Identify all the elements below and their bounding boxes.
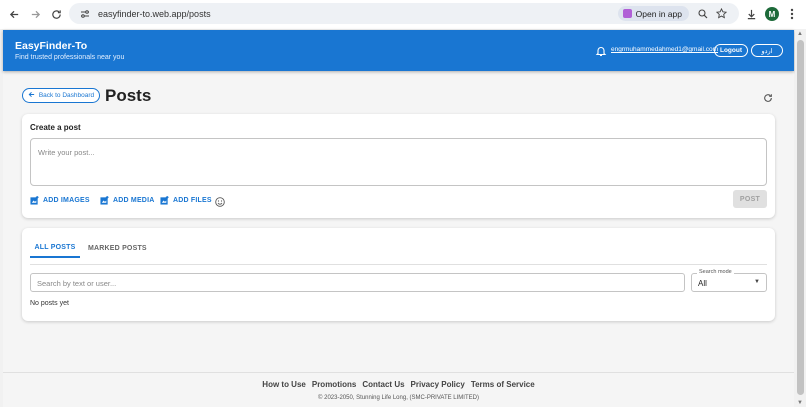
brand-title[interactable]: EasyFinder-To xyxy=(15,40,87,52)
browser-toolbar: easyfinder-to.web.app/posts Open in app … xyxy=(0,0,806,29)
search-placeholder: Search by text or user... xyxy=(37,279,117,288)
app-icon xyxy=(622,9,632,18)
profile-avatar[interactable]: M xyxy=(765,7,779,21)
empty-state-text: No posts yet xyxy=(30,300,69,307)
zoom-icon[interactable] xyxy=(696,7,709,20)
footer-link-how-to-use[interactable]: How to Use xyxy=(262,380,306,389)
back-to-dashboard-button[interactable]: Back to Dashboard xyxy=(22,88,100,103)
post-textarea[interactable]: Write your post... xyxy=(30,138,767,186)
url-text: easyfinder-to.web.app/posts xyxy=(98,8,211,19)
search-mode-label: Search mode xyxy=(697,269,734,275)
create-post-title: Create a post xyxy=(30,123,81,132)
create-post-card: Create a post Write your post... ADD IMA… xyxy=(22,114,775,218)
footer-links: How to Use Promotions Contact Us Privacy… xyxy=(3,380,794,389)
logout-button[interactable]: Logout xyxy=(714,44,748,57)
open-in-app-button[interactable]: Open in app xyxy=(617,6,689,21)
footer-link-promotions[interactable]: Promotions xyxy=(312,380,356,389)
copyright-text: © 2023-2050, Stunning Life Long, (SMC-PR… xyxy=(318,395,479,401)
search-input[interactable]: Search by text or user... xyxy=(30,273,685,292)
browser-menu-icon[interactable] xyxy=(788,6,796,21)
site-settings-icon[interactable] xyxy=(77,6,93,22)
add-media-label: ADD MEDIA xyxy=(113,197,155,204)
notification-bell-icon[interactable] xyxy=(595,44,607,57)
tab-marked-posts[interactable]: MARKED POSTS xyxy=(88,238,147,258)
footer-link-contact-us[interactable]: Contact Us xyxy=(362,380,404,389)
forward-arrow-icon[interactable] xyxy=(25,4,45,24)
page-scrollbar[interactable]: ▲ ▼ xyxy=(795,30,806,407)
post-button[interactable]: POST xyxy=(733,190,767,208)
brand-subtitle: Find trusted professionals near you xyxy=(15,54,125,61)
chevron-down-icon: ▼ xyxy=(754,279,760,285)
add-image-icon xyxy=(30,196,39,205)
add-media-icon xyxy=(100,196,109,205)
app-header: EasyFinder-To Find trusted professionals… xyxy=(3,30,794,71)
add-file-icon xyxy=(160,196,169,205)
page-title: Posts xyxy=(105,86,152,105)
back-arrow-icon[interactable] xyxy=(4,4,24,24)
post-placeholder: Write your post... xyxy=(38,148,95,157)
reload-icon[interactable] xyxy=(46,4,66,24)
search-mode-select[interactable]: Search mode All ▼ xyxy=(691,269,767,292)
footer-link-terms-of-service[interactable]: Terms of Service xyxy=(471,380,535,389)
add-media-button[interactable]: ADD MEDIA xyxy=(100,195,154,206)
refresh-icon[interactable] xyxy=(763,90,774,102)
scroll-up-arrow-icon[interactable]: ▲ xyxy=(797,31,803,37)
scroll-down-arrow-icon[interactable]: ▼ xyxy=(797,400,803,406)
tab-all-posts[interactable]: ALL POSTS xyxy=(30,238,80,258)
add-images-button[interactable]: ADD IMAGES xyxy=(30,195,90,206)
footer-link-privacy-policy[interactable]: Privacy Policy xyxy=(411,380,465,389)
add-files-button[interactable]: ADD FILES xyxy=(160,195,212,206)
bookmark-star-icon[interactable] xyxy=(715,7,728,20)
add-files-label: ADD FILES xyxy=(173,197,212,204)
scrollbar-thumb[interactable] xyxy=(797,40,804,395)
footer-divider xyxy=(3,372,794,373)
arrow-left-icon xyxy=(28,91,35,100)
back-to-dashboard-label: Back to Dashboard xyxy=(38,92,95,99)
download-icon[interactable] xyxy=(741,4,761,24)
posts-feed-card: ALL POSTS MARKED POSTS Search by text or… xyxy=(22,228,775,321)
tabs-divider xyxy=(30,264,767,265)
open-in-app-label: Open in app xyxy=(635,8,682,19)
emoji-icon[interactable] xyxy=(215,194,226,207)
add-images-label: ADD IMAGES xyxy=(43,197,90,204)
user-email-link[interactable]: engrmuhammedahmed1@gmail.com xyxy=(611,46,718,53)
app-page: EasyFinder-To Find trusted professionals… xyxy=(3,30,794,407)
search-mode-value: All xyxy=(698,279,707,288)
language-button[interactable]: اردو xyxy=(751,44,783,57)
address-bar[interactable]: easyfinder-to.web.app/posts Open in app xyxy=(69,3,739,24)
